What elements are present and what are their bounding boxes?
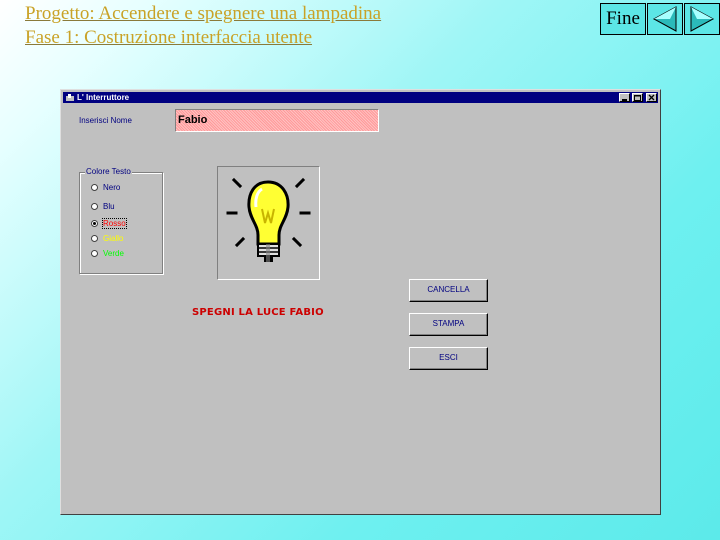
radio-circle [91,234,98,242]
bulb-picture-box [217,166,320,280]
slide-title: Progetto: Accendere e spegnere una lampa… [25,2,381,50]
slide-title-line2: Fase 1: Costruzione interfaccia utente [25,27,313,48]
text-color-group: Colore Testo Nero Blu Rosso Giallo Verde [79,167,163,274]
cancel-button[interactable]: CANCELLA [409,279,488,302]
previous-button[interactable] [647,3,683,35]
slide-title-line1: Progetto: Accendere e spegnere una lampa… [25,3,382,24]
window-title: L' Interruttore [77,93,130,102]
radio-circle-selected [91,219,98,227]
radio-rosso[interactable]: Rosso [91,217,127,229]
name-input[interactable]: Fabio [175,109,379,132]
exit-button[interactable]: ESCI [409,347,488,370]
next-button[interactable] [684,3,720,35]
minimize-icon [622,99,627,101]
radio-label: Blu [103,201,115,211]
close-button[interactable] [646,93,657,102]
radio-label: Rosso [102,217,127,229]
radio-circle [91,183,98,191]
triangle-right-icon [690,6,715,32]
radio-label: Verde [103,248,124,258]
print-button[interactable]: STAMPA [409,313,488,336]
radio-circle [91,249,98,257]
radio-giallo[interactable]: Giallo [91,232,123,244]
slide-navigation: Fine [600,3,720,35]
triangle-left-icon [652,6,677,32]
switch-app-icon [66,94,74,101]
maximize-button[interactable] [632,93,643,102]
interruttore-window: L' Interruttore Inserisci Nome Fabio Col… [60,89,661,515]
radio-label: Giallo [103,233,124,243]
close-icon [648,94,655,101]
name-label: Inserisci Nome [79,116,132,125]
maximize-icon [634,95,641,101]
lightbulb-icon [226,177,311,262]
radio-blu[interactable]: Blu [91,200,115,212]
radio-circle [91,202,98,210]
minimize-button[interactable] [619,93,630,102]
radio-label: Nero [103,182,121,192]
radio-verde[interactable]: Verde [91,247,124,259]
radio-nero[interactable]: Nero [91,181,120,193]
window-titlebar[interactable]: L' Interruttore [63,92,658,103]
status-message: SPEGNI LA LUCE FABIO [192,307,324,318]
fine-button[interactable]: Fine [600,3,646,35]
text-color-group-title: Colore Testo [85,167,132,176]
